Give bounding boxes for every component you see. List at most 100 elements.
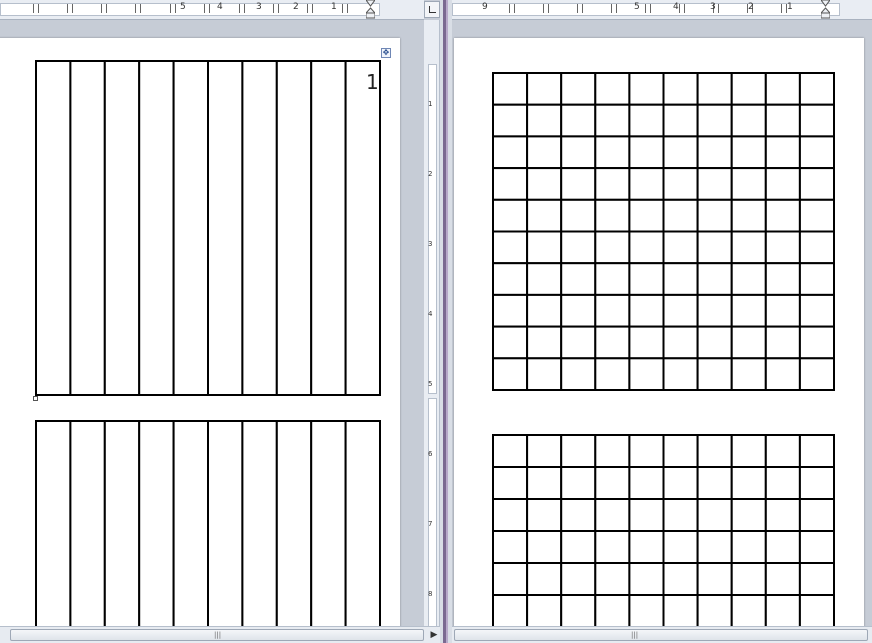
table-cell[interactable] (696, 103, 733, 138)
table-cell[interactable] (492, 103, 529, 138)
table-cell[interactable] (594, 434, 631, 468)
table-cell[interactable] (730, 594, 767, 626)
table-cell[interactable] (172, 60, 210, 396)
table-cell[interactable] (798, 135, 835, 170)
table-cell[interactable] (526, 103, 563, 138)
table-cell[interactable] (696, 594, 733, 626)
table-cell[interactable] (696, 466, 733, 500)
table-cell[interactable] (730, 198, 767, 233)
table-cell[interactable] (594, 466, 631, 500)
table-cell[interactable] (492, 530, 529, 564)
table-cell[interactable] (103, 60, 141, 396)
table-cell[interactable] (594, 498, 631, 532)
table-cell[interactable] (628, 357, 665, 391)
table-cell[interactable] (662, 135, 699, 170)
table-cell[interactable] (560, 103, 597, 138)
table-cell[interactable] (138, 420, 175, 626)
table-cell[interactable] (798, 466, 835, 500)
table-cell[interactable] (492, 325, 529, 360)
table-cell[interactable] (696, 498, 733, 532)
scrollbar-thumb[interactable]: ||| (454, 629, 868, 641)
table-cell[interactable] (662, 466, 699, 500)
table-cell[interactable] (730, 230, 767, 265)
table-cell[interactable] (560, 167, 597, 201)
table-cell[interactable] (560, 530, 597, 564)
table-cell[interactable] (798, 230, 835, 265)
table-cell[interactable] (594, 230, 631, 265)
table-cell[interactable] (526, 198, 563, 233)
ruler-column-marker[interactable] (135, 4, 141, 13)
table-move-handle[interactable]: ✥ (381, 48, 391, 58)
table-cell[interactable] (526, 434, 563, 468)
table-cell[interactable] (662, 594, 699, 626)
ruler-column-marker[interactable] (645, 4, 651, 13)
table-cell[interactable] (526, 357, 563, 391)
table-cell[interactable] (492, 135, 529, 170)
table-cell[interactable] (628, 230, 665, 265)
table-cell[interactable] (628, 466, 665, 500)
table-cell[interactable] (526, 466, 563, 500)
table-cell[interactable] (662, 198, 699, 233)
ruler-column-marker[interactable] (67, 4, 73, 13)
table-cell[interactable] (696, 357, 733, 391)
table-cell[interactable] (275, 60, 313, 396)
ruler-column-marker[interactable] (170, 4, 176, 13)
table-cell[interactable] (526, 72, 563, 106)
table-cell[interactable] (526, 498, 563, 532)
vertical-ruler[interactable]: 1 2 3 4 5 6 7 8 (424, 20, 440, 626)
ruler-column-marker[interactable] (342, 4, 348, 13)
table-cell[interactable] (69, 60, 106, 396)
table-cell[interactable] (492, 466, 529, 500)
ruler-column-marker[interactable] (101, 4, 107, 13)
table-cell[interactable] (594, 135, 631, 170)
left-document-pane[interactable]: ✥ 1 (0, 20, 424, 626)
table-cell[interactable] (207, 420, 244, 626)
table-cell[interactable] (730, 262, 767, 296)
table-cell[interactable] (798, 198, 835, 233)
table-cell[interactable] (798, 594, 835, 626)
table-cell[interactable] (764, 230, 801, 265)
table-cell[interactable] (492, 562, 529, 596)
table-cell[interactable] (798, 103, 835, 138)
table-cell[interactable] (526, 562, 563, 596)
ruler-column-marker[interactable] (543, 4, 549, 13)
table-cell[interactable] (172, 420, 210, 626)
horizontal-ruler-right[interactable]: 9 5 4 3 2 1 (452, 0, 872, 20)
view-ruler-button[interactable] (424, 1, 440, 18)
table-cell[interactable] (696, 325, 733, 360)
table-cell[interactable] (526, 135, 563, 170)
table-cell[interactable] (492, 262, 529, 296)
table-cell[interactable] (662, 72, 699, 106)
table-cell[interactable] (594, 198, 631, 233)
table-cell[interactable] (560, 72, 597, 106)
table-cell[interactable] (798, 325, 835, 360)
table-cell[interactable] (492, 498, 529, 532)
table-cell[interactable] (35, 420, 72, 626)
table-cell[interactable] (764, 434, 801, 468)
table-cell[interactable] (492, 434, 529, 468)
table-cell[interactable] (730, 72, 767, 106)
scroll-right-arrow-icon[interactable]: ▶ (426, 627, 442, 643)
table-cell[interactable] (628, 530, 665, 564)
table-cell[interactable] (69, 420, 106, 626)
table-cell[interactable] (628, 434, 665, 468)
table-cell[interactable] (696, 72, 733, 106)
table-cell[interactable] (492, 230, 529, 265)
horizontal-scrollbar-left[interactable]: ||| ▶ (0, 626, 440, 643)
table-cell[interactable] (730, 167, 767, 201)
ruler-column-marker[interactable] (33, 4, 39, 13)
table-cell[interactable] (798, 72, 835, 106)
table-cell[interactable] (628, 498, 665, 532)
table-cell[interactable] (526, 293, 563, 328)
table-cell[interactable] (310, 60, 347, 396)
table-cell[interactable] (696, 562, 733, 596)
table-cell[interactable] (103, 420, 141, 626)
table-cell[interactable] (662, 167, 699, 201)
table-cell[interactable] (560, 498, 597, 532)
table-cell[interactable] (560, 594, 597, 626)
table-cell[interactable] (696, 530, 733, 564)
table-cell[interactable] (662, 262, 699, 296)
table-cell[interactable] (696, 293, 733, 328)
table-cell[interactable] (730, 562, 767, 596)
table-cell[interactable] (696, 230, 733, 265)
